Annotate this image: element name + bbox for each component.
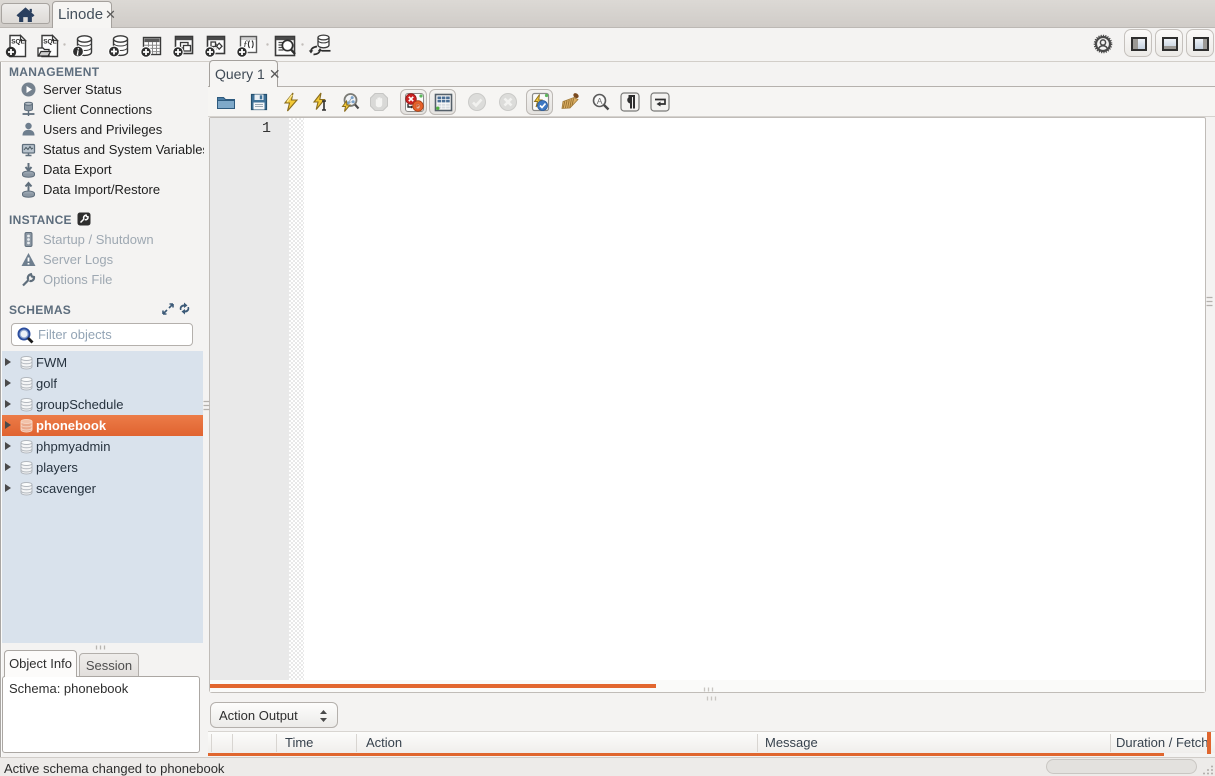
- svg-text:A: A: [597, 96, 603, 106]
- svg-text:SQL: SQL: [11, 39, 24, 46]
- svg-text:SQL: SQL: [43, 39, 56, 46]
- svg-text:i: i: [76, 47, 79, 58]
